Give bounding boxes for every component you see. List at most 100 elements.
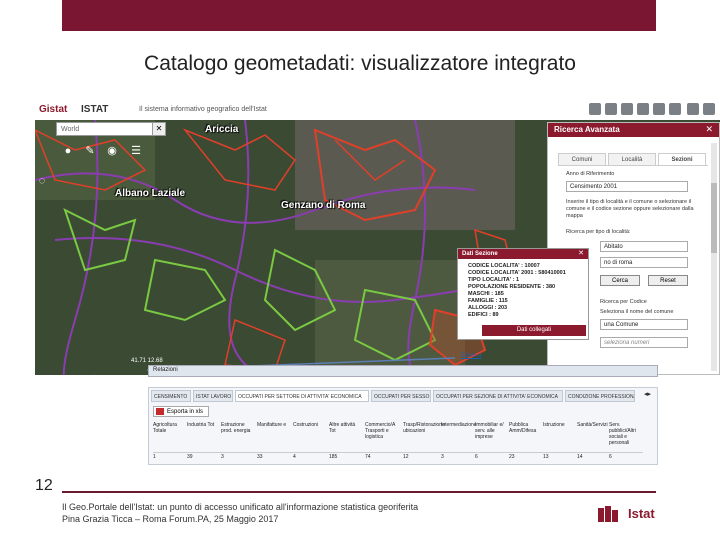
table-cell: 12 xyxy=(403,454,409,460)
dati-sezione-popup: Dati Sezione ✕ CODICE LOCALITA' : 10007 … xyxy=(457,248,589,340)
place-label: Albano Laziale xyxy=(115,188,186,199)
table-cell: 74 xyxy=(365,454,371,460)
table-cell: 33 xyxy=(257,454,263,460)
grid-icon[interactable] xyxy=(589,103,601,115)
layers-icon[interactable] xyxy=(653,103,665,115)
column-header: Istruzione xyxy=(543,422,565,428)
column-header: Altre attività Tot xyxy=(329,422,356,434)
export-xls-button[interactable]: Esporta in xls xyxy=(153,406,209,417)
tab-occupati-sesso[interactable]: OCCUPATI PER SESSO E CLASSE xyxy=(371,390,431,402)
search-icon[interactable] xyxy=(703,103,715,115)
column-header: Costruzioni xyxy=(293,422,319,428)
instructions-text: Inserire il tipo di località e il comune… xyxy=(566,199,694,219)
popup-body: CODICE LOCALITA' : 10007 CODICE LOCALITA… xyxy=(468,263,580,319)
lock-icon[interactable]: ● xyxy=(61,144,75,158)
table-cell: 3 xyxy=(441,454,444,460)
panel-scrollbar[interactable] xyxy=(711,143,717,371)
tab-istat-lavoro[interactable]: ISTAT LAVORO xyxy=(193,390,233,402)
column-header: Pubblica Amm/Difesa xyxy=(509,422,537,434)
popup-row: ALLOGGI : 203 xyxy=(468,305,508,311)
column-header: Intermediazione xyxy=(441,422,477,428)
zoom-icon[interactable]: ◌ xyxy=(35,174,49,188)
column-header: Agricoltura Totale xyxy=(153,422,177,434)
table-cell: 1 xyxy=(153,454,156,460)
print-icon[interactable] xyxy=(637,103,649,115)
geoportal-window: Gistat ISTAT Il sistema informativo geog… xyxy=(35,100,720,375)
codice-label: Ricerca per Codice xyxy=(600,299,647,305)
close-icon[interactable]: ✕ xyxy=(705,124,713,135)
popup-row: CODICE LOCALITA' : 10007 xyxy=(468,263,540,269)
tab-condizione[interactable]: CONDIZIONE PROFESSIONALE xyxy=(565,390,635,402)
panel-tabs: Comuni Località Sezioni xyxy=(558,153,708,166)
cerca-button[interactable]: Cerca xyxy=(600,275,640,286)
place-label: Genzano di Roma xyxy=(281,200,366,211)
tab-comuni[interactable]: Comuni xyxy=(558,153,606,165)
person-icon[interactable] xyxy=(621,103,633,115)
table-cell: 3 xyxy=(221,454,224,460)
column-header: Sanità/Servizi xyxy=(577,422,608,428)
place-label: Ariccia xyxy=(205,124,239,135)
column-header: Trasp/Ristorazione ubicazioni xyxy=(403,422,445,434)
row-divider xyxy=(153,452,643,453)
tree-icon[interactable] xyxy=(605,103,617,115)
popup-row: TIPO LOCALITA' : 1 xyxy=(468,277,520,283)
table-cell: 4 xyxy=(293,454,296,460)
scroll-thumb[interactable] xyxy=(711,183,717,253)
tab-localita[interactable]: Località xyxy=(608,153,656,165)
popup-title: Dati Sezione xyxy=(458,249,588,259)
column-header: Commercio/A Trasporti e logistica xyxy=(365,422,396,440)
comune-select[interactable]: una Comune xyxy=(600,319,688,330)
image-icon[interactable] xyxy=(687,103,699,115)
footer-divider xyxy=(62,491,656,493)
numeri-input[interactable]: seleziona numeri xyxy=(600,337,688,348)
column-header: Manifatture e xyxy=(257,422,287,428)
slide-title: Catalogo geometadati: visualizzatore int… xyxy=(144,52,576,75)
tipo-localita-select[interactable]: Abitato xyxy=(600,241,688,252)
column-header: Industria Tot xyxy=(187,422,215,428)
tab-sezioni[interactable]: Sezioni xyxy=(658,153,706,165)
export-label: Esporta in xls xyxy=(167,409,204,415)
brand-logo[interactable]: Gistat xyxy=(39,104,67,115)
close-icon[interactable]: ✕ xyxy=(578,249,584,257)
app-subtitle: Il sistema informativo geografico dell'I… xyxy=(139,106,267,113)
anno-select[interactable]: Censimento 2001 xyxy=(566,181,688,192)
top-banner xyxy=(62,0,656,31)
data-table: Agricoltura Totale Industria Tot Estrazi… xyxy=(153,422,643,462)
tab-censimento[interactable]: CENSIMENTO xyxy=(151,390,191,402)
istat-logo-text: Istat xyxy=(628,506,655,521)
tab-occupati-settore[interactable]: OCCUPATI PER SETTORE DI ATTIVITA' ECONOM… xyxy=(235,390,369,402)
table-cell: 23 xyxy=(509,454,515,460)
comune-input[interactable]: no di roma xyxy=(600,257,688,268)
table-cell: 14 xyxy=(577,454,583,460)
table-cell: 13 xyxy=(543,454,549,460)
pencil-icon[interactable]: ✎ xyxy=(83,144,97,158)
popup-row: EDIFICI : 89 xyxy=(468,312,499,318)
related-data-panel: CENSIMENTO ISTAT LAVORO OCCUPATI PER SET… xyxy=(148,387,658,465)
bottom-tabs: CENSIMENTO ISTAT LAVORO OCCUPATI PER SET… xyxy=(151,390,647,402)
popup-row: CODICE LOCALITA' 2001 : 580410001 xyxy=(468,270,566,276)
share-icon[interactable] xyxy=(669,103,681,115)
brand-name: ISTAT xyxy=(81,104,109,115)
map-search-input[interactable]: World xyxy=(56,122,166,136)
relazioni-bar[interactable]: Relazioni xyxy=(148,365,658,377)
relazioni-label: Relazioni xyxy=(153,367,178,373)
excel-icon xyxy=(156,408,164,415)
column-header: Estrazione prod. energia xyxy=(221,422,251,434)
tab-scroll-arrows[interactable]: ◂▸ xyxy=(644,390,651,398)
column-header: Immobiliar e/ serv. alle imprese xyxy=(475,422,504,440)
table-cell: 185 xyxy=(329,454,338,460)
footer-line-2: Pina Grazia Ticca – Roma Forum.PA, 25 Ma… xyxy=(62,514,279,524)
dati-collegati-button[interactable]: Dati collegati xyxy=(482,325,586,336)
table-cell: 39 xyxy=(187,454,193,460)
map-search-button[interactable]: ✕ xyxy=(152,122,166,136)
app-header: Gistat ISTAT Il sistema informativo geog… xyxy=(35,100,720,121)
reset-button[interactable]: Reset xyxy=(648,275,688,286)
anno-label: Anno di Riferimento xyxy=(566,171,615,177)
tab-occupati-sezione[interactable]: OCCUPATI PER SEZIONE DI ATTIVITA' ECONOM… xyxy=(433,390,563,402)
footer-line-1: Il Geo.Portale dell'Istat: un punto di a… xyxy=(62,502,419,512)
globe-icon[interactable]: ◉ xyxy=(105,144,119,158)
zoom-link[interactable]: Zoom a xyxy=(461,353,481,359)
page-number: 12 xyxy=(35,477,53,494)
list-icon[interactable]: ☰ xyxy=(129,144,143,158)
table-cell: 6 xyxy=(475,454,478,460)
